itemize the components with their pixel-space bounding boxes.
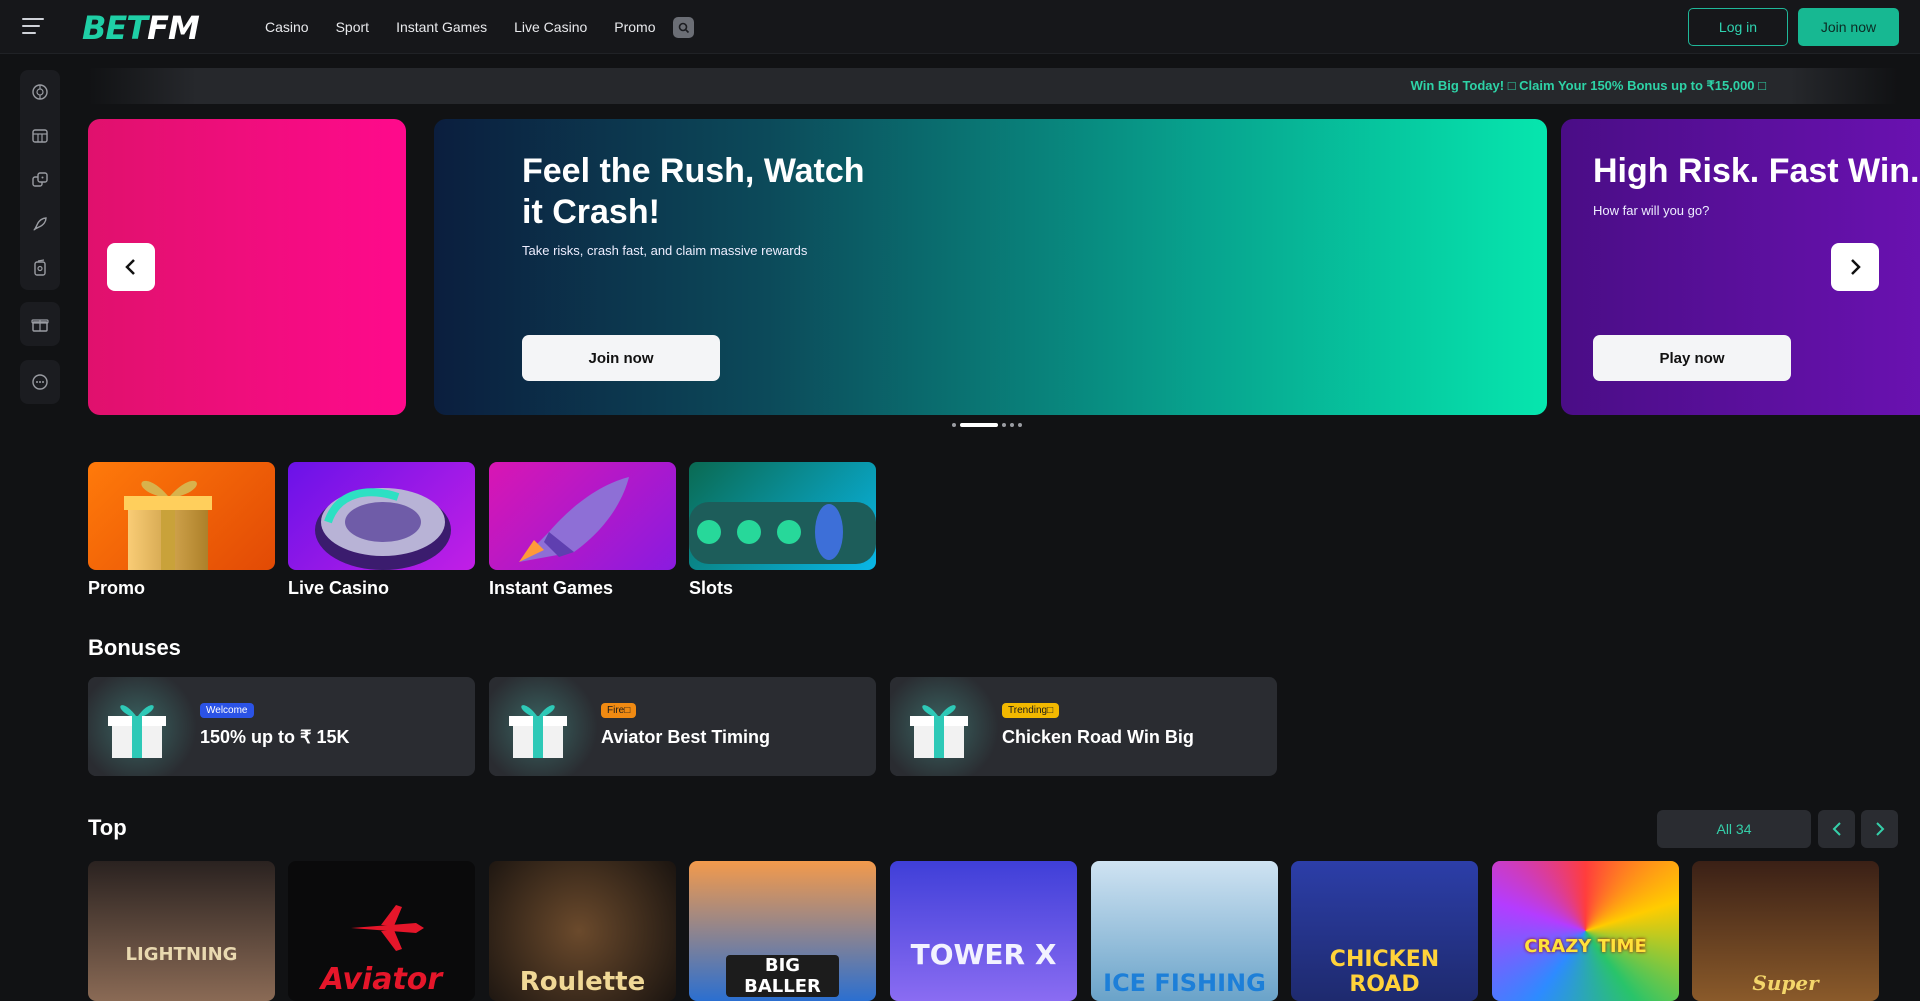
slide-title: Feel the Rush, Watch it Crash! — [522, 152, 865, 231]
chat-icon[interactable] — [28, 370, 52, 394]
clover-reels-image — [689, 462, 876, 570]
rail-chat[interactable] — [20, 360, 60, 404]
category-label: Slots — [689, 578, 734, 598]
game-name: BIG BALLER — [726, 955, 839, 997]
game-tile-ice-fishing[interactable]: ICE FISHING — [1091, 861, 1278, 1001]
game-name: Aviator — [320, 962, 443, 997]
ticker-text: Win Big Today! □ Claim Your 150% Bonus u… — [1410, 78, 1766, 93]
slide-subtitle-next: How far will you go? — [1593, 203, 1710, 218]
game-name: LIGHTNING — [125, 944, 238, 965]
bonus-title: Chicken Road Win Big — [1002, 727, 1194, 747]
all-games-button[interactable]: All 34 — [1657, 810, 1811, 848]
rocket-image — [489, 462, 676, 570]
bonuses-title: Bonuses — [88, 635, 181, 660]
game-name: CRAZY TIME — [1524, 936, 1647, 957]
gift-icon — [108, 705, 166, 758]
slide-play-button[interactable]: Play now — [1593, 335, 1791, 381]
promo-ticker: Win Big Today! □ Claim Your 150% Bonus u… — [88, 68, 1898, 104]
gift-icon[interactable] — [28, 312, 52, 336]
bonus-badge: Welcome — [200, 703, 254, 718]
game-tile-crazy-time[interactable]: CRAZY TIME — [1492, 861, 1679, 1001]
category-instant-games[interactable]: Instant Games — [489, 462, 676, 599]
top-next-button[interactable] — [1861, 810, 1898, 848]
slide-title-next: High Risk. Fast Win. — [1593, 152, 1920, 190]
main-nav: Casino Sport Instant Games Live Casino P… — [265, 0, 656, 54]
carousel-next-button[interactable] — [1831, 243, 1879, 291]
category-promo[interactable]: Promo — [88, 462, 275, 599]
category-label: Live Casino — [288, 578, 390, 598]
nav-sport[interactable]: Sport — [336, 19, 369, 35]
game-name: Super — [1752, 971, 1819, 995]
bonus-badge: Trending□ — [1002, 703, 1060, 718]
nav-casino[interactable]: Casino — [265, 19, 309, 35]
slots-icon[interactable] — [28, 124, 52, 148]
top-header: BETFM Casino Sport Instant Games Live Ca… — [0, 0, 1920, 54]
rail-promo[interactable] — [20, 302, 60, 346]
game-tile-chicken-road[interactable]: CHICKEN ROAD — [1291, 861, 1478, 1001]
nav-promo[interactable]: Promo — [614, 19, 655, 35]
nav-instant-games[interactable]: Instant Games — [396, 19, 487, 35]
carousel-prev-button[interactable] — [107, 243, 155, 291]
login-button[interactable]: Log in — [1688, 8, 1788, 46]
bonus-title: Aviator Best Timing — [601, 727, 771, 747]
bonus-card-chicken-road[interactable]: Trending□ Chicken Road Win Big — [890, 677, 1277, 776]
brand-logo[interactable]: BETFM — [82, 9, 200, 47]
chevron-left-icon — [125, 259, 135, 275]
bonus-card-welcome[interactable]: Welcome 150% up to ₹ 15K — [88, 677, 475, 776]
game-tile-big-baller[interactable]: BIG BALLER — [689, 861, 876, 1001]
category-live-casino[interactable]: Live Casino — [288, 462, 475, 599]
carousel-dot[interactable] — [1002, 423, 1006, 427]
poker-chip-image — [288, 462, 475, 570]
sport-ball-icon[interactable] — [28, 80, 52, 104]
game-name: CHICKEN ROAD — [1329, 947, 1440, 997]
slide-subtitle: Take risks, crash fast, and claim massiv… — [522, 243, 808, 258]
game-tile-roulette[interactable]: Roulette — [489, 861, 676, 1001]
nav-live-casino[interactable]: Live Casino — [514, 19, 587, 35]
top-prev-button[interactable] — [1818, 810, 1855, 848]
game-tile-lightning[interactable]: LIGHTNING — [88, 861, 275, 1001]
carousel-dots — [952, 422, 1022, 428]
gift-icon — [509, 705, 567, 758]
carousel-dot[interactable] — [1018, 423, 1022, 427]
bonus-card-aviator[interactable]: Fire□ Aviator Best Timing — [489, 677, 876, 776]
bonus-badge: Fire□ — [601, 703, 637, 718]
plane-icon — [351, 905, 424, 951]
gift-icon — [910, 705, 968, 758]
gift-box-image — [88, 462, 275, 570]
slide-join-button[interactable]: Join now — [522, 335, 720, 381]
carousel-dot-active[interactable] — [960, 423, 998, 427]
join-button[interactable]: Join now — [1798, 8, 1899, 46]
game-tile-aviator[interactable]: Aviator — [288, 861, 475, 1001]
search-icon[interactable] — [673, 17, 694, 38]
category-label: Promo — [88, 578, 146, 598]
game-name: TOWER X — [910, 938, 1057, 971]
game-tile-tower-x[interactable]: TOWER X — [890, 861, 1077, 1001]
rocket-icon[interactable] — [28, 212, 52, 236]
chevron-left-icon — [1832, 822, 1841, 836]
carousel-dot[interactable] — [1010, 423, 1014, 427]
bonus-title: 150% up to ₹ 15K — [200, 727, 350, 747]
carousel-dot[interactable] — [952, 423, 956, 427]
game-tile-super[interactable]: Super — [1692, 861, 1879, 1001]
dice-icon[interactable] — [28, 168, 52, 192]
side-rail — [20, 70, 60, 290]
top-title: Top — [88, 815, 127, 840]
chevron-right-icon — [1875, 822, 1884, 836]
carousel-slide-active[interactable]: Feel the Rush, Watch it Crash! Take risk… — [434, 119, 1547, 415]
cards-icon[interactable] — [28, 256, 52, 280]
chevron-right-icon — [1851, 259, 1861, 275]
menu-icon[interactable] — [22, 18, 44, 36]
category-slots[interactable]: Slots — [689, 462, 876, 599]
category-label: Instant Games — [489, 578, 614, 598]
